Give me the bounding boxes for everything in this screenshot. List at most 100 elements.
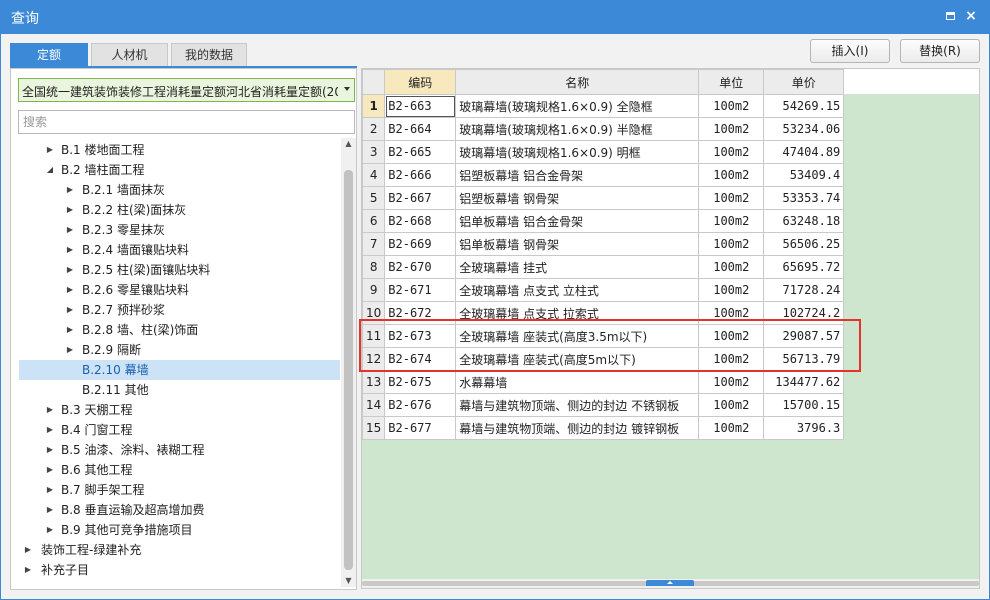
price-cell[interactable]: 54269.15 — [763, 94, 845, 118]
code-cell[interactable]: B2-671 — [384, 278, 457, 302]
price-cell[interactable]: 134477.62 — [763, 370, 845, 394]
name-cell[interactable]: 全玻璃幕墙 座装式(高度5m以下) — [455, 347, 700, 371]
expand-icon[interactable]: ▶ — [45, 440, 55, 460]
unit-cell[interactable]: 100m2 — [698, 278, 765, 302]
unit-cell[interactable]: 100m2 — [698, 301, 765, 325]
search-input[interactable] — [18, 110, 355, 134]
table-row[interactable]: 14 B2-676 幕墙与建筑物顶端、侧边的封边 不锈钢板 100m2 15700.15 — [362, 393, 845, 417]
expand-icon[interactable]: ▶ — [23, 540, 33, 560]
quota-library-select[interactable]: 全国统一建筑装饰装修工程消耗量定额河北省消耗量定额(2012) — [18, 78, 355, 102]
expand-icon[interactable]: ▶ — [65, 260, 75, 280]
expand-icon[interactable]: ▶ — [45, 500, 55, 520]
tree-item[interactable]: ▶ B.2.6 零星镶贴块料 — [19, 280, 340, 300]
name-cell[interactable]: 全玻璃幕墙 座装式(高度3.5m以下) — [455, 324, 700, 348]
expand-icon[interactable]: ▶ — [65, 280, 75, 300]
code-cell[interactable]: B2-668 — [384, 209, 457, 233]
replace-button[interactable]: 替换(R) — [900, 39, 980, 63]
tree-item[interactable]: ▶ B.9 其他可竞争措施项目 — [19, 520, 340, 540]
table-row[interactable]: 9 B2-671 全玻璃幕墙 点支式 立柱式 100m2 71728.24 — [362, 278, 845, 302]
table-row[interactable]: 2 B2-664 玻璃幕墙(玻璃规格1.6×0.9) 半隐框 100m2 53234.0… — [362, 117, 845, 141]
expand-icon[interactable]: ▶ — [45, 140, 55, 160]
expand-icon[interactable]: ▶ — [65, 180, 75, 200]
tree-item[interactable]: ▶ B.2.4 墙面镶贴块料 — [19, 240, 340, 260]
price-cell[interactable]: 15700.15 — [763, 393, 845, 417]
table-row[interactable]: 3 B2-665 玻璃幕墙(玻璃规格1.6×0.9) 明框 100m2 47404.89 — [362, 140, 845, 164]
code-cell[interactable]: B2-676 — [384, 393, 457, 417]
unit-cell[interactable]: 100m2 — [698, 232, 765, 256]
close-button[interactable]: × — [963, 8, 979, 24]
code-column-header[interactable]: 编码 — [384, 69, 457, 95]
table-row[interactable]: 7 B2-669 铝单板幕墙 钢骨架 100m2 56506.25 — [362, 232, 845, 256]
name-cell[interactable]: 全玻璃幕墙 点支式 拉索式 — [455, 301, 700, 325]
code-cell[interactable]: B2-672 — [384, 301, 457, 325]
expand-icon[interactable]: ▶ — [65, 220, 75, 240]
tree-item[interactable]: ▶ B.5 油漆、涂料、裱糊工程 — [19, 440, 340, 460]
expand-icon[interactable]: ▶ — [45, 400, 55, 420]
name-cell[interactable]: 玻璃幕墙(玻璃规格1.6×0.9) 明框 — [455, 140, 700, 164]
tree-item[interactable]: ▶ 补充子目 — [19, 560, 340, 580]
expand-icon[interactable]: ▶ — [65, 200, 75, 220]
tree-item[interactable]: ▶ 装饰工程-绿建补充 — [19, 540, 340, 560]
unit-cell[interactable]: 100m2 — [698, 186, 765, 210]
name-cell[interactable]: 铝单板幕墙 铝合金骨架 — [455, 209, 700, 233]
expand-icon[interactable]: ▶ — [45, 520, 55, 540]
code-cell[interactable]: B2-675 — [384, 370, 457, 394]
table-row[interactable]: 5 B2-667 铝塑板幕墙 钢骨架 100m2 53353.74 — [362, 186, 845, 210]
table-row[interactable]: 4 B2-666 铝塑板幕墙 铝合金骨架 100m2 53409.4 — [362, 163, 845, 187]
tab-my-data[interactable]: 我的数据 — [171, 43, 247, 67]
expand-icon[interactable]: ▶ — [65, 340, 75, 360]
name-cell[interactable]: 铝单板幕墙 钢骨架 — [455, 232, 700, 256]
price-cell[interactable]: 71728.24 — [763, 278, 845, 302]
price-column-header[interactable]: 单价 — [763, 69, 845, 95]
tree-item[interactable]: B.2.11 其他 — [19, 380, 340, 400]
tree-item[interactable]: ▶ B.2.3 零星抹灰 — [19, 220, 340, 240]
price-cell[interactable]: 63248.18 — [763, 209, 845, 233]
expand-icon[interactable]: ▶ — [23, 560, 33, 580]
code-cell[interactable]: B2-669 — [384, 232, 457, 256]
tree-item[interactable]: ▶ B.1 楼地面工程 — [19, 140, 340, 160]
code-cell[interactable]: B2-666 — [384, 163, 457, 187]
table-row[interactable]: 10 B2-672 全玻璃幕墙 点支式 拉索式 100m2 102724.2 — [362, 301, 845, 325]
unit-cell[interactable]: 100m2 — [698, 209, 765, 233]
code-cell[interactable]: B2-673 — [384, 324, 457, 348]
name-cell[interactable]: 幕墙与建筑物顶端、侧边的封边 镀锌钢板 — [455, 416, 700, 440]
unit-cell[interactable]: 100m2 — [698, 255, 765, 279]
tree-item[interactable]: ▶ B.2.9 隔断 — [19, 340, 340, 360]
table-row[interactable]: 11 B2-673 全玻璃幕墙 座装式(高度3.5m以下) 100m2 29087.57 — [362, 324, 845, 348]
tree-item[interactable]: B.2.10 幕墙 — [19, 360, 340, 380]
maximize-button[interactable] — [942, 8, 958, 24]
collapse-icon[interactable]: ◢ — [45, 160, 55, 180]
table-row[interactable]: 1 B2-663 玻璃幕墙(玻璃规格1.6×0.9) 全隐框 100m2 54269.1… — [362, 94, 845, 118]
table-row[interactable]: 15 B2-677 幕墙与建筑物顶端、侧边的封边 镀锌钢板 100m2 3796.3 — [362, 416, 845, 440]
name-cell[interactable]: 玻璃幕墙(玻璃规格1.6×0.9) 半隐框 — [455, 117, 700, 141]
code-cell[interactable]: B2-665 — [384, 140, 457, 164]
tree-item[interactable]: ▶ B.3 天棚工程 — [19, 400, 340, 420]
code-cell[interactable]: B2-677 — [384, 416, 457, 440]
unit-cell[interactable]: 100m2 — [698, 94, 765, 118]
unit-cell[interactable]: 100m2 — [698, 370, 765, 394]
scrollbar-thumb[interactable] — [344, 170, 353, 570]
name-cell[interactable]: 水幕幕墙 — [455, 370, 700, 394]
expand-icon[interactable]: ▶ — [45, 480, 55, 500]
name-cell[interactable]: 玻璃幕墙(玻璃规格1.6×0.9) 全隐框 — [455, 94, 700, 118]
code-cell[interactable]: B2-670 — [384, 255, 457, 279]
tree-item[interactable]: ◢ B.2 墙柱面工程 — [19, 160, 340, 180]
tab-labor-materials[interactable]: 人材机 — [91, 43, 168, 67]
price-cell[interactable]: 47404.89 — [763, 140, 845, 164]
code-cell[interactable]: B2-663 — [384, 94, 457, 118]
tree-item[interactable]: ▶ B.2.7 预拌砂浆 — [19, 300, 340, 320]
expand-icon[interactable]: ▶ — [45, 460, 55, 480]
tree-item[interactable]: ▶ B.4 门窗工程 — [19, 420, 340, 440]
tree-item[interactable]: ▶ B.2.8 墙、柱(梁)饰面 — [19, 320, 340, 340]
unit-cell[interactable]: 100m2 — [698, 324, 765, 348]
tree-item[interactable]: ▶ B.2.1 墙面抹灰 — [19, 180, 340, 200]
price-cell[interactable]: 65695.72 — [763, 255, 845, 279]
code-cell[interactable]: B2-667 — [384, 186, 457, 210]
expand-icon[interactable]: ▶ — [45, 420, 55, 440]
tree-item[interactable]: ▶ B.8 垂直运输及超高增加费 — [19, 500, 340, 520]
unit-cell[interactable]: 100m2 — [698, 163, 765, 187]
tree-scrollbar[interactable]: ▲ ▼ — [341, 138, 356, 587]
scroll-down-icon[interactable]: ▼ — [341, 575, 356, 587]
price-cell[interactable]: 53409.4 — [763, 163, 845, 187]
name-cell[interactable]: 幕墙与建筑物顶端、侧边的封边 不锈钢板 — [455, 393, 700, 417]
